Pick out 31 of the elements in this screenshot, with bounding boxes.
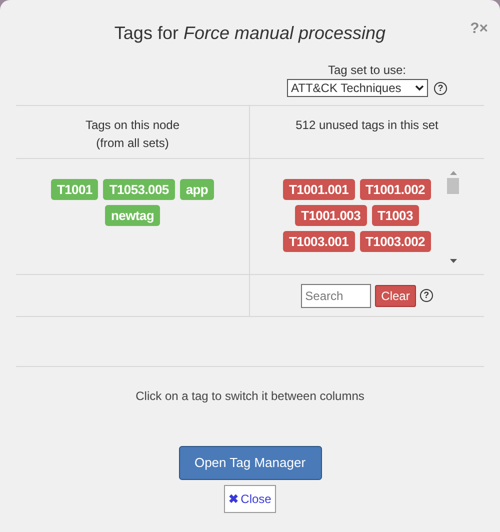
column-heading: 512 unused tags in this set — [296, 117, 438, 134]
help-icon[interactable]: ? — [434, 82, 447, 94]
tag-chip[interactable]: T1003.002 — [360, 231, 431, 252]
scroll-thumb[interactable] — [447, 178, 459, 194]
close-button[interactable]: ✖ Close — [224, 485, 276, 513]
tag-set-select[interactable]: ATT&CK Techniques — [287, 79, 428, 97]
tag-chip[interactable]: T1001.001 — [283, 179, 354, 200]
tag-chip[interactable]: T1001.003 — [295, 205, 367, 226]
tag-chip[interactable]: app — [180, 179, 214, 200]
tag-chip[interactable]: T1003.001 — [283, 231, 354, 252]
help-icon[interactable]: ? — [470, 18, 480, 40]
chevron-icon — [415, 85, 424, 91]
column-subheading: (from all sets) — [96, 135, 169, 152]
close-icon[interactable]: × — [479, 18, 488, 40]
hint-text: Click on a tag to switch it between columns — [136, 388, 364, 404]
tag-chip[interactable]: T1001.002 — [360, 179, 431, 200]
scroll-up-icon[interactable] — [450, 171, 456, 175]
tag-chip[interactable]: T1053.005 — [103, 179, 175, 200]
clear-button[interactable]: Clear — [375, 284, 416, 306]
scroll-down-icon[interactable] — [450, 259, 456, 263]
tag-chip[interactable]: newtag — [105, 205, 160, 226]
column-heading: Tags on this node — [85, 117, 180, 134]
close-icon: ✖ — [228, 490, 239, 508]
tag-chip[interactable]: T1003 — [372, 205, 419, 226]
tag-set-label: Tag set to use: — [328, 62, 406, 79]
tag-chip[interactable]: T1001 — [50, 179, 98, 200]
search-field[interactable]: Search — [301, 284, 372, 308]
help-icon[interactable]: ? — [420, 289, 433, 302]
scrollbar[interactable] — [446, 171, 460, 263]
dialog-title: Tags for Force manual processing — [114, 22, 386, 45]
open-tag-manager-button[interactable]: Open Tag Manager — [178, 446, 322, 480]
